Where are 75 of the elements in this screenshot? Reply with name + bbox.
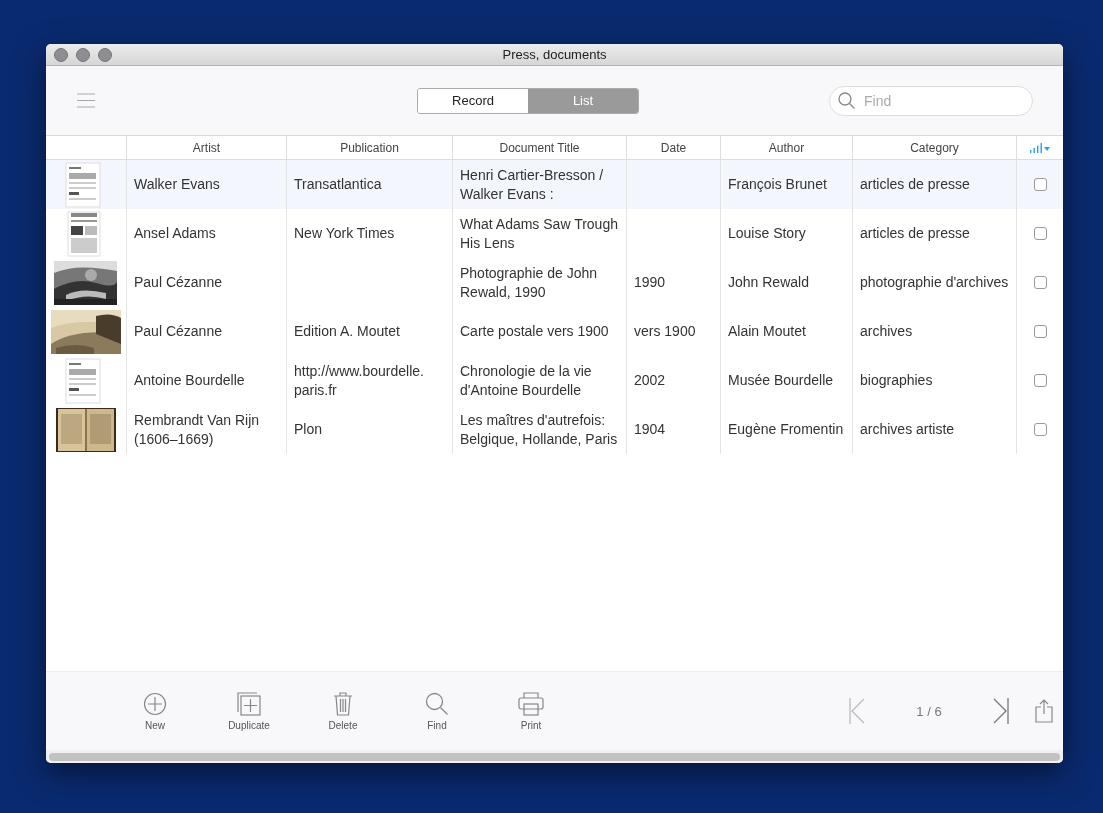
table-cell-text: http://www.bourdelle. paris.fr (294, 361, 425, 400)
checkbox[interactable] (1033, 276, 1047, 289)
table-cell: articles de presse (860, 175, 970, 194)
checkbox[interactable] (1033, 178, 1047, 191)
table-cell: Walker Evans (134, 175, 220, 194)
table-cell: Edition A. Moutet (294, 322, 400, 341)
scrollbar[interactable] (49, 752, 1060, 761)
table-row[interactable]: Antoine Bourdelle http://www.bourdelle. paris.fr Chronologie de la vie d'Antoine Bourdelle 2002 Musée Bourdelle biographies (46, 356, 1063, 405)
table-cell: Musée Bourdelle (728, 371, 834, 390)
table-row[interactable]: Walker Evans Transatlantica Henri Cartier-Bresson / Walker Evans : François Brunet articles de presse (46, 160, 1063, 209)
table-cell: 1990 (634, 273, 666, 292)
table-cell: vers 1900 (634, 322, 696, 341)
column-header[interactable]: Author (768, 140, 805, 155)
last-page-icon[interactable] (993, 698, 1009, 724)
toolbar-button[interactable]: Duplicate (202, 691, 296, 731)
first-page-icon[interactable] (849, 698, 865, 724)
plus-circle-icon (143, 691, 167, 716)
close-button[interactable] (54, 47, 68, 62)
duplicate-icon (237, 691, 261, 716)
table-cell: archives (860, 322, 913, 341)
table-cell: 1904 (634, 420, 666, 439)
table-cell: archives artiste (860, 420, 955, 439)
table-cell: Louise Story (728, 224, 806, 243)
table-cell: photographie d'archives (860, 273, 1009, 292)
table-cell: Paul Cézanne (134, 273, 222, 292)
column-header[interactable]: Category (910, 140, 959, 155)
table-cell: 2002 (634, 371, 666, 390)
table-row[interactable]: Paul Cézanne Edition A. Moutet Carte postale vers 1900 vers 1900 Alain Moutet archives (46, 307, 1063, 356)
table-cell: Carte postale vers 1900 (460, 322, 609, 341)
table-cell: Antoine Bourdelle (134, 371, 245, 390)
table-cell: John Rewald (728, 273, 809, 292)
window-title: Press, documents (502, 47, 607, 62)
trash-icon (333, 691, 353, 716)
table-cell: Plon (294, 420, 323, 439)
checkbox[interactable] (1033, 227, 1047, 240)
view-tab[interactable]: Record (418, 88, 528, 113)
checkbox[interactable] (1033, 374, 1047, 387)
table-cell: Les maîtres d'autrefois: Belgique, Hollande, Paris (460, 410, 619, 449)
table-cell: New York Times (294, 224, 395, 243)
table-cell: François Brunet (728, 175, 827, 194)
checkbox[interactable] (1033, 423, 1047, 436)
table-cell: Alain Moutet (728, 322, 806, 341)
table-row[interactable]: Paul Cézanne Photographie de John Rewald, 1990 1990 John Rewald photographie d'archives (46, 258, 1063, 307)
column-header[interactable]: Artist (192, 140, 221, 155)
checkbox[interactable] (1033, 325, 1047, 338)
search-icon (425, 691, 449, 716)
minimize-button[interactable] (76, 47, 90, 62)
printer-icon (518, 691, 544, 716)
search-field[interactable]: Find (829, 85, 1033, 116)
table-cell: articles de presse (860, 224, 970, 243)
search-icon (838, 91, 855, 109)
table-cell: Paul Cézanne (134, 322, 222, 341)
column-header[interactable]: Publication (340, 140, 399, 155)
table-cell: biographies (860, 371, 933, 390)
menu-icon[interactable] (77, 93, 95, 108)
toolbar-button[interactable]: Delete (296, 691, 390, 731)
toolbar-button[interactable]: Print (484, 691, 578, 731)
share-icon[interactable] (1035, 699, 1053, 723)
table-row[interactable]: Ansel Adams New York Times What Adams Saw Trough His Lens Louise Story articles de presse (46, 209, 1063, 258)
table-cell-text: Henri Cartier-Bresson / Walker Evans : (460, 165, 605, 204)
column-header[interactable]: Document Title (499, 140, 580, 155)
table-cell: Eugène Fromentin (728, 420, 844, 439)
toolbar-button[interactable]: Find (390, 691, 484, 731)
column-header[interactable]: Date (660, 140, 687, 155)
table-cell-text: Photographie de John Rewald, 1990 (460, 263, 598, 302)
bars-caret-icon[interactable] (1030, 142, 1050, 153)
table-cell: Transatlantica (294, 175, 382, 194)
zoom-button[interactable] (98, 47, 112, 62)
table-cell-text: Rembrandt Van Rijn (1606–1669) (134, 410, 261, 449)
page-indicator: 1 / 6 (915, 703, 943, 719)
table-cell-text: Chronologie de la vie d'Antoine Bourdelle (460, 361, 593, 400)
table-row[interactable]: Rembrandt Van Rijn (1606–1669) Plon Les maîtres d'autrefois: Belgique, Hollande, Paris 1904 Eugène Fromentin archives artiste (46, 405, 1063, 454)
toolbar-button[interactable]: New (108, 691, 202, 731)
table-cell: What Adams Saw Trough His Lens (460, 214, 619, 253)
table-cell: Ansel Adams (134, 224, 216, 243)
